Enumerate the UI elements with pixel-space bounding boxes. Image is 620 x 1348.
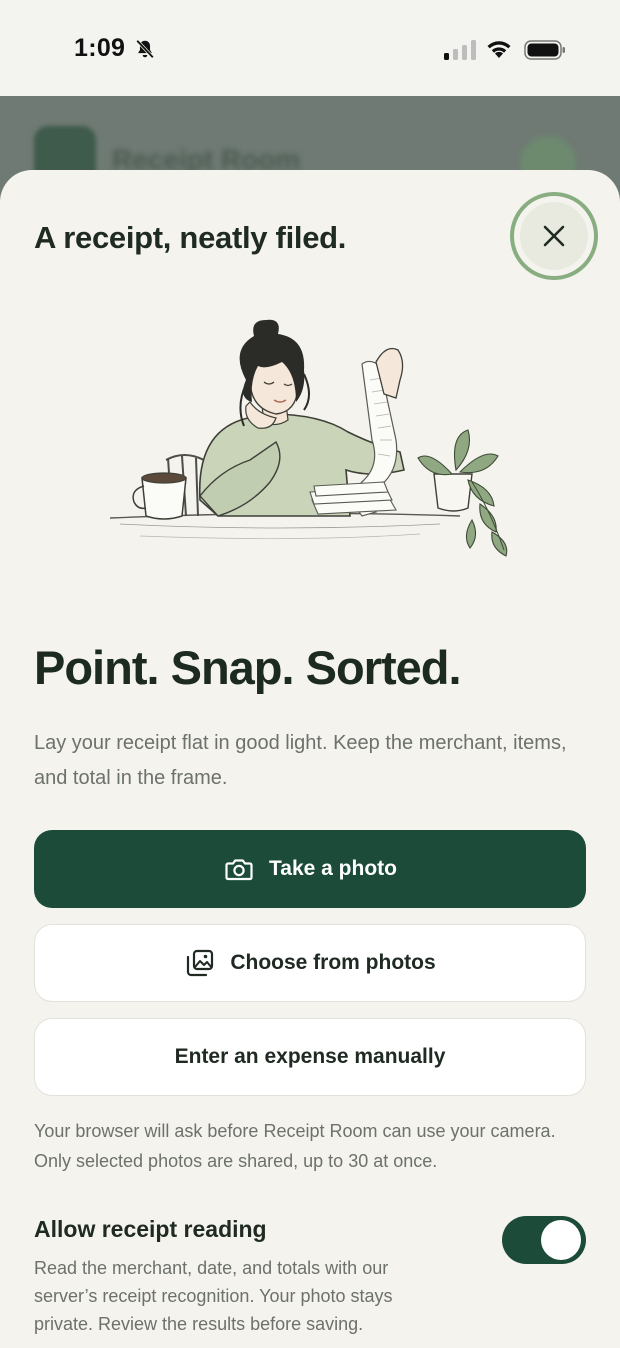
wifi-icon (487, 41, 511, 58)
choose-from-photos-button[interactable]: Choose from photos (34, 924, 586, 1002)
enter-expense-manually-label: Enter an expense manually (174, 1045, 446, 1068)
camera-permission-sheet: A receipt, neatly filed. Point. Snap. So… (0, 170, 620, 1348)
headline: Point. Snap. Sorted. (34, 641, 462, 694)
take-photo-button[interactable]: Take a photo (34, 830, 586, 908)
take-photo-label: Take a photo (269, 857, 397, 880)
choose-from-photos-label: Choose from photos (230, 951, 436, 974)
status-bar: 1:09 (0, 0, 620, 96)
permission-note: Your browser will ask before Receipt Roo… (34, 1121, 556, 1171)
close-button-focus-ring[interactable] (510, 192, 598, 280)
receipt-reading-description: Read the merchant, date, and totals with… (34, 1258, 393, 1334)
description: Lay your receipt flat in good light. Kee… (34, 732, 567, 789)
sheet-title: A receipt, neatly filed. (34, 220, 347, 255)
bell-slash-icon (136, 39, 154, 59)
woman-reading-receipt-illustration (109, 319, 508, 557)
close-button[interactable] (520, 202, 588, 270)
receipt-reading-title: Allow receipt reading (34, 1216, 267, 1242)
enter-expense-manually-button[interactable]: Enter an expense manually (34, 1018, 586, 1096)
close-icon (543, 225, 565, 247)
photo-library-icon (187, 949, 214, 977)
camera-icon (225, 859, 253, 881)
battery-icon (524, 40, 565, 60)
receipt-reading-toggle[interactable] (502, 1216, 586, 1264)
status-time: 1:09 (74, 34, 126, 62)
toggle-knob (541, 1220, 581, 1260)
cellular-signal-icon (444, 40, 476, 60)
